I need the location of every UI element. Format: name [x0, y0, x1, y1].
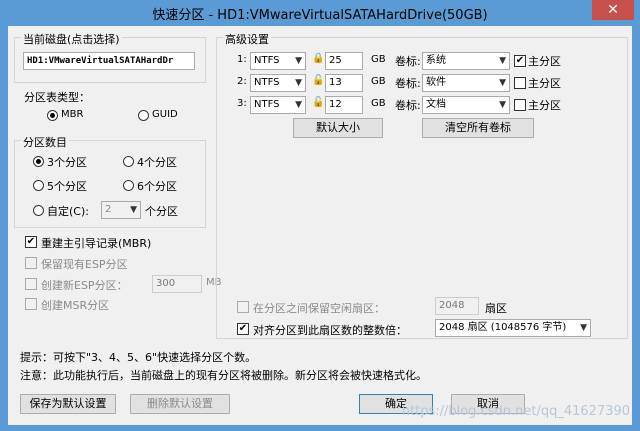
chevron-down-icon: ▼ — [499, 100, 506, 110]
rebuild-mbr-checkbox[interactable]: ✔ — [25, 236, 37, 248]
row-2-primary-label: 主分区 — [528, 77, 561, 90]
row-2-primary-checkbox[interactable] — [514, 77, 526, 89]
watermark-text: https://blog.csdn.net/qq_41627390 — [401, 404, 630, 419]
align-partitions-label: 对齐分区到此扇区数的整数倍： — [253, 324, 407, 337]
current-disk-selector[interactable]: HD1:VMwareVirtualSATAHardDr — [23, 52, 195, 70]
chevron-down-icon: ▼ — [295, 78, 302, 88]
create-esp-label: 创建新ESP分区： — [41, 279, 128, 292]
current-disk-group: 当前磁盘(点击选择) HD1:VMwareVirtualSATAHardDr — [14, 31, 206, 83]
hint-text: 提示：可按下"3、4、5、6"快速选择分区个数。 — [20, 351, 257, 364]
chevron-down-icon: ▼ — [499, 78, 506, 88]
row-3-primary-label: 主分区 — [528, 99, 561, 112]
row-2-volume-label-caption: 卷标: — [395, 77, 421, 90]
row-3-volume-label-caption: 卷标: — [395, 99, 421, 112]
partition-count-4-radio[interactable] — [123, 156, 134, 167]
create-msr-label: 创建MSR分区 — [41, 299, 110, 312]
row-1-primary-label: 主分区 — [528, 55, 561, 68]
row-1-volume-value: 系统 — [426, 55, 446, 66]
partition-count-3-label: 3个分区 — [47, 156, 87, 169]
row-2-filesystem-select[interactable]: NTFS ▼ — [250, 74, 306, 92]
current-disk-legend: 当前磁盘(点击选择) — [21, 31, 122, 47]
close-button[interactable]: ✕ — [592, 0, 634, 20]
partition-count-custom-radio[interactable] — [33, 205, 44, 216]
save-default-button[interactable]: 保存为默认设置 — [20, 394, 116, 414]
lock-closed-icon[interactable]: 🔒 — [312, 53, 324, 64]
partition-count-5-label: 5个分区 — [47, 180, 87, 193]
lock-open-icon[interactable]: 🔓 — [312, 75, 324, 86]
row-1-primary-checkbox[interactable]: ✔ — [514, 55, 526, 67]
align-sectors-select[interactable]: 2048 扇区 (1048576 字节) ▼ — [435, 319, 591, 337]
row-2-size-input[interactable]: 13 — [325, 74, 363, 92]
row-3-size-input[interactable]: 12 — [325, 96, 363, 114]
row-3-primary-checkbox[interactable] — [514, 99, 526, 111]
chevron-down-icon: ▼ — [295, 100, 302, 110]
partition-count-4-label: 4个分区 — [137, 156, 177, 169]
default-size-button[interactable]: 默认大小 — [293, 118, 383, 138]
keep-esp-checkbox[interactable] — [25, 257, 37, 269]
partition-table-label: 分区表类型： — [24, 91, 90, 104]
row-1-filesystem-select[interactable]: NTFS ▼ — [250, 52, 306, 70]
mbr-radio[interactable] — [47, 110, 58, 121]
row-1-filesystem-value: NTFS — [254, 55, 280, 66]
chevron-down-icon: ▼ — [580, 323, 587, 333]
reserve-sectors-input[interactable]: 2048 — [435, 297, 479, 315]
guid-radio[interactable] — [138, 110, 149, 121]
row-2-filesystem-value: NTFS — [254, 77, 280, 88]
dialog-window: 快速分区 - HD1:VMwareVirtualSATAHardDrive(50… — [0, 0, 640, 431]
lock-open-icon[interactable]: 🔓 — [312, 97, 324, 108]
reserve-sectors-label: 在分区之间保留空闲扇区： — [253, 302, 385, 315]
custom-count-value: 2 — [105, 204, 112, 215]
row-3-filesystem-select[interactable]: NTFS ▼ — [250, 96, 306, 114]
reserve-sectors-checkbox[interactable] — [237, 301, 249, 313]
partition-count-custom-label: 自定(C): — [47, 205, 89, 218]
row-2-size-unit: GB — [371, 76, 386, 87]
row-3-index: 3: — [237, 98, 247, 109]
row-1-index: 1: — [237, 54, 247, 65]
partition-count-5-radio[interactable] — [33, 180, 44, 191]
create-msr-checkbox[interactable] — [25, 298, 37, 310]
align-partitions-checkbox[interactable]: ✔ — [237, 323, 249, 335]
row-3-volume-value: 文档 — [426, 99, 446, 110]
rebuild-mbr-label: 重建主引导记录(MBR) — [41, 237, 152, 250]
esp-size-input[interactable]: 300 — [152, 275, 202, 293]
reserve-sectors-unit: 扇区 — [485, 302, 507, 315]
row-2-index: 2: — [237, 76, 247, 87]
row-1-volume-label-caption: 卷标: — [395, 55, 421, 68]
advanced-settings-legend: 高级设置 — [223, 31, 271, 47]
dialog-body: 当前磁盘(点击选择) HD1:VMwareVirtualSATAHardDr 分… — [8, 26, 632, 425]
warning-text: 注意：此功能执行后，当前磁盘上的现有分区将被删除。新分区将会被快速格式化。 — [20, 369, 427, 382]
partition-count-custom-suffix: 个分区 — [145, 205, 178, 218]
partition-count-legend: 分区数目 — [21, 134, 69, 150]
row-1-volume-select[interactable]: 系统 ▼ — [422, 52, 510, 70]
title-bar[interactable]: 快速分区 - HD1:VMwareVirtualSATAHardDrive(50… — [0, 0, 640, 26]
keep-esp-label: 保留现有ESP分区 — [41, 258, 128, 271]
partition-count-group: 分区数目 3个分区 4个分区 5个分区 6个分区 自定(C): 2 ▼ 个分区 — [14, 134, 206, 228]
delete-default-button[interactable]: 删除默认设置 — [130, 394, 230, 414]
align-sectors-value: 2048 扇区 (1048576 字节) — [439, 322, 567, 333]
guid-label: GUID — [152, 109, 178, 120]
chevron-down-icon: ▼ — [295, 56, 302, 66]
clear-labels-button[interactable]: 清空所有卷标 — [422, 118, 534, 138]
partition-count-custom-select[interactable]: 2 ▼ — [101, 201, 141, 219]
mbr-label: MBR — [61, 109, 84, 120]
chevron-down-icon: ▼ — [499, 56, 506, 66]
row-2-volume-value: 软件 — [426, 77, 446, 88]
create-esp-checkbox[interactable] — [25, 278, 37, 290]
row-1-size-unit: GB — [371, 54, 386, 65]
window-title: 快速分区 - HD1:VMwareVirtualSATAHardDrive(50… — [152, 8, 488, 23]
row-3-volume-select[interactable]: 文档 ▼ — [422, 96, 510, 114]
row-3-size-unit: GB — [371, 98, 386, 109]
advanced-settings-group: 高级设置 1: NTFS ▼ 🔒 25 GB 卷标: 系统 ▼ ✔ 主分区 2: N… — [216, 31, 628, 339]
row-2-volume-select[interactable]: 软件 ▼ — [422, 74, 510, 92]
row-3-filesystem-value: NTFS — [254, 99, 280, 110]
partition-count-3-radio[interactable] — [33, 156, 44, 167]
row-1-size-input[interactable]: 25 — [325, 52, 363, 70]
partition-count-6-label: 6个分区 — [137, 180, 177, 193]
chevron-down-icon: ▼ — [130, 205, 137, 215]
partition-count-6-radio[interactable] — [123, 180, 134, 191]
